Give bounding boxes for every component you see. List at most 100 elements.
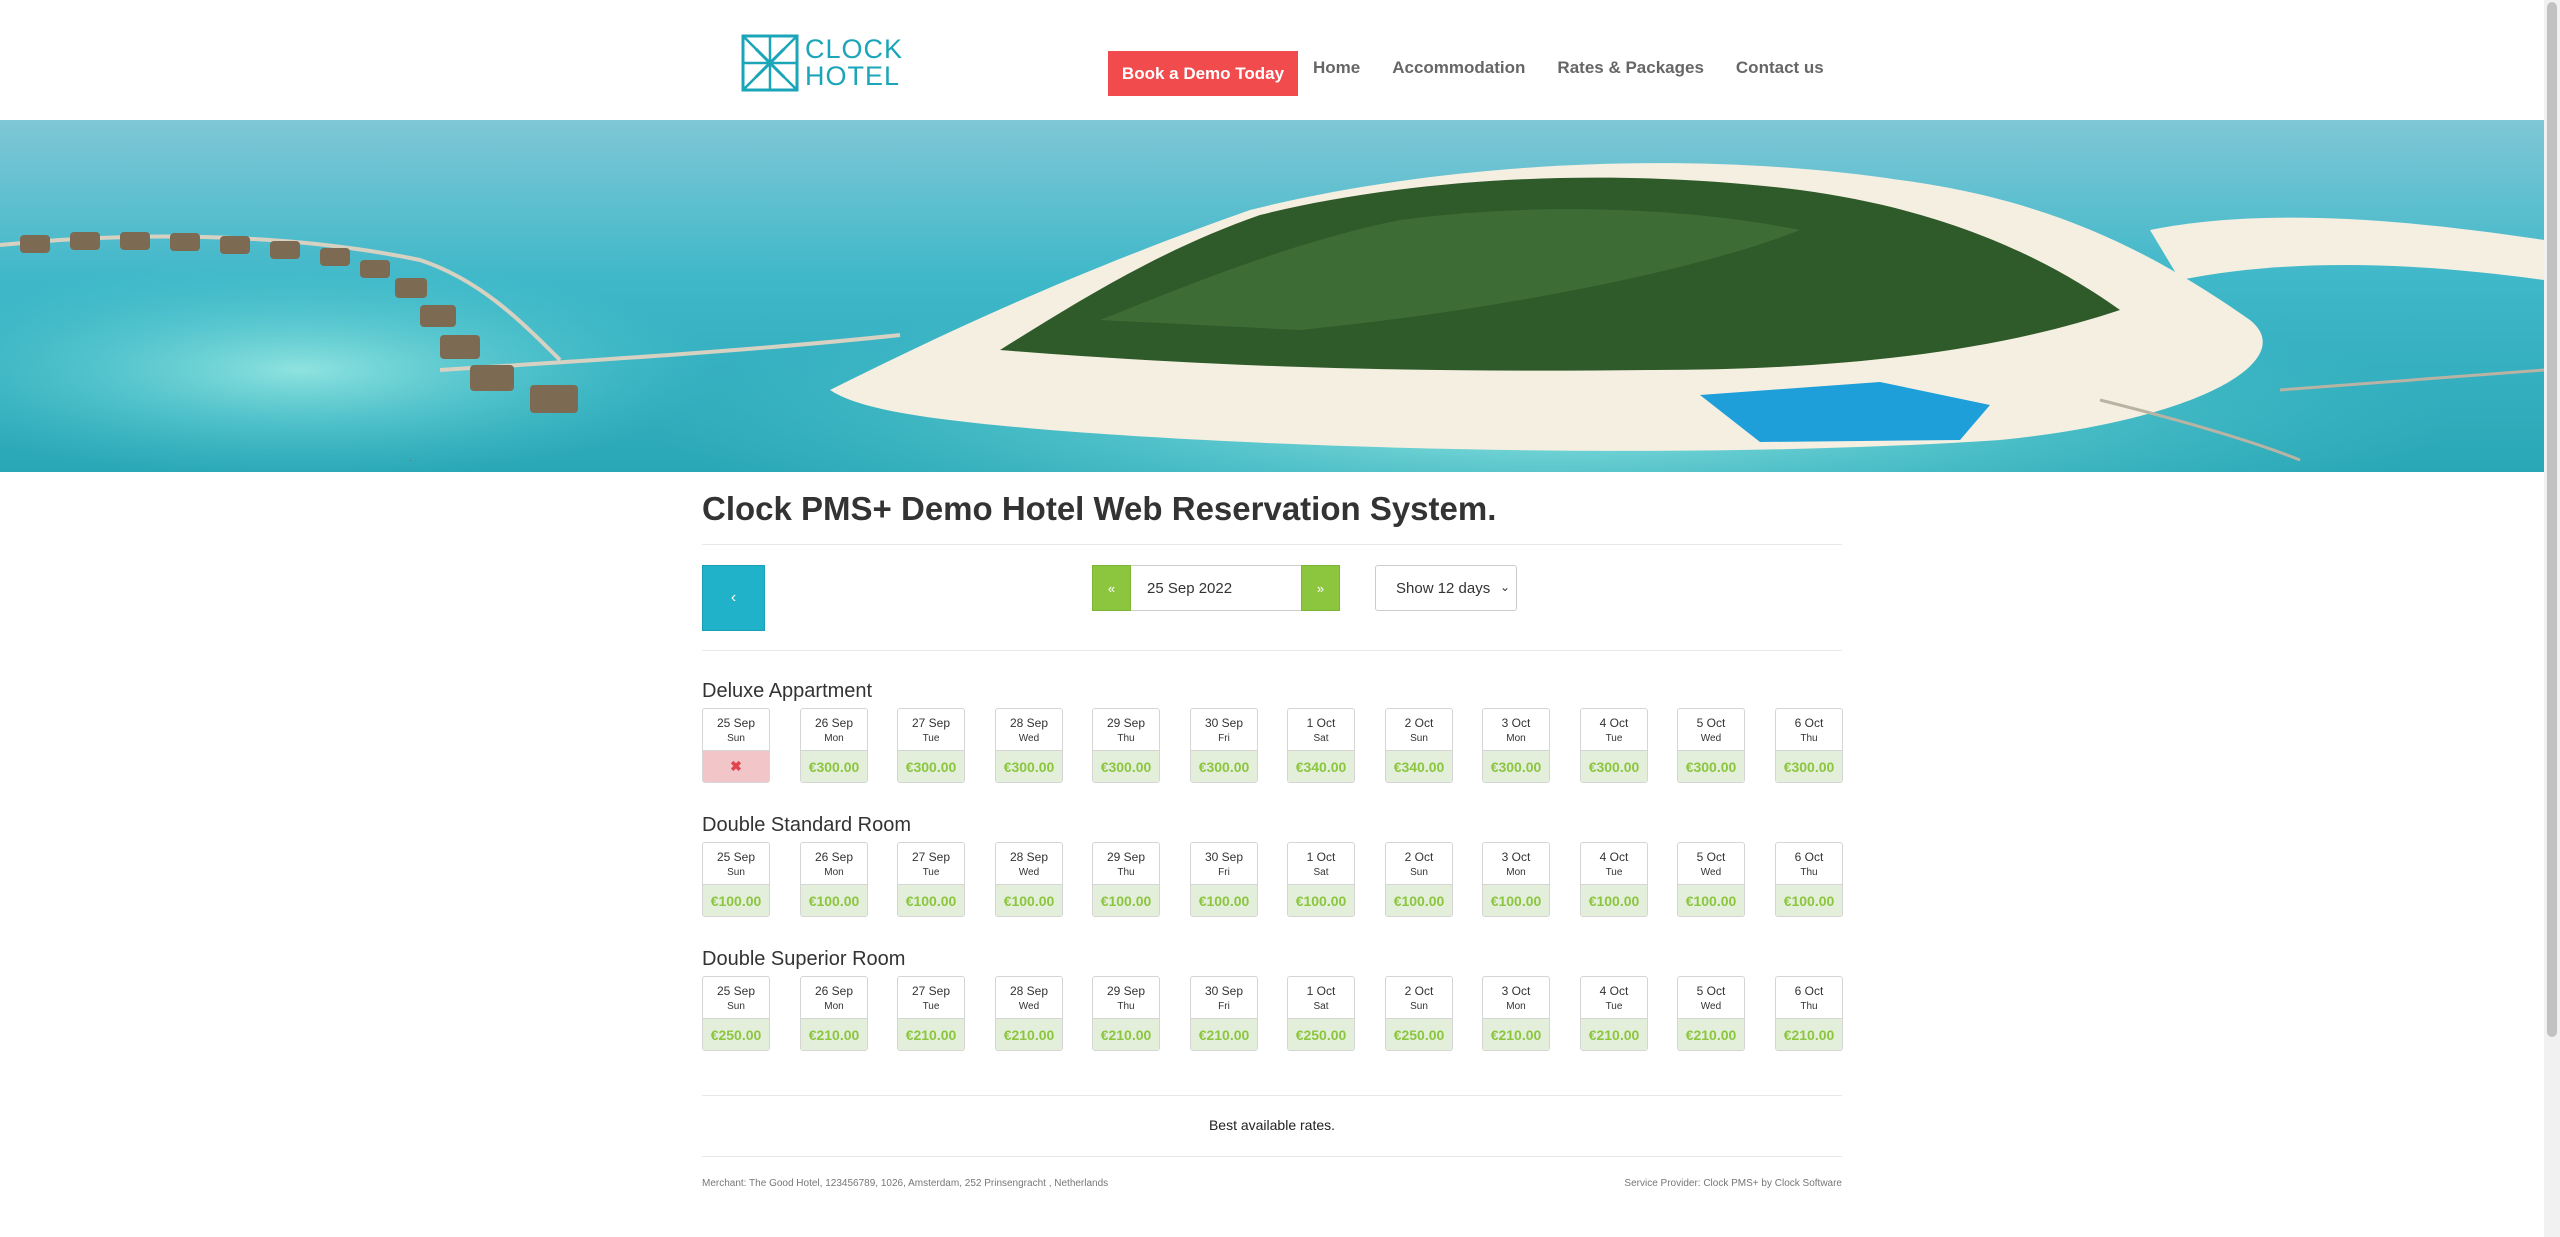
day-price[interactable]: €210.00 xyxy=(1483,1018,1549,1050)
day-weekday: Thu xyxy=(1117,867,1135,878)
day-price[interactable]: €100.00 xyxy=(703,884,769,916)
day-price[interactable]: €210.00 xyxy=(898,1018,964,1050)
scrollbar-thumb[interactable] xyxy=(2547,2,2557,1037)
page-scrollbar[interactable] xyxy=(2544,0,2560,1237)
day-cell[interactable]: 2 Oct Sun €340.00 xyxy=(1385,708,1453,783)
day-cell[interactable]: 28 Sep Wed €100.00 xyxy=(995,842,1063,917)
day-price[interactable]: €300.00 xyxy=(996,750,1062,782)
day-price[interactable]: €100.00 xyxy=(1776,884,1842,916)
date-next-button[interactable]: » xyxy=(1301,565,1340,611)
day-price[interactable]: €100.00 xyxy=(1483,884,1549,916)
day-cell[interactable]: 26 Sep Mon €100.00 xyxy=(800,842,868,917)
day-price[interactable]: €340.00 xyxy=(1288,750,1354,782)
day-date: 2 Oct xyxy=(1404,850,1434,864)
hotel-logo[interactable]: CLOCK HOTEL xyxy=(741,33,902,93)
date-input[interactable] xyxy=(1131,565,1301,611)
day-price[interactable]: €100.00 xyxy=(1678,884,1744,916)
unavailable-icon[interactable]: ✖ xyxy=(703,750,769,782)
day-cell[interactable]: 1 Oct Sat €250.00 xyxy=(1287,976,1355,1051)
day-weekday: Sun xyxy=(727,733,745,744)
day-price[interactable]: €300.00 xyxy=(1191,750,1257,782)
day-price[interactable]: €300.00 xyxy=(1776,750,1842,782)
day-price[interactable]: €300.00 xyxy=(1093,750,1159,782)
day-cell[interactable]: 25 Sep Sun €250.00 xyxy=(702,976,770,1051)
day-cell[interactable]: 5 Oct Wed €300.00 xyxy=(1677,708,1745,783)
day-cell[interactable]: 2 Oct Sun €250.00 xyxy=(1385,976,1453,1051)
day-price[interactable]: €300.00 xyxy=(801,750,867,782)
day-price[interactable]: €100.00 xyxy=(1093,884,1159,916)
day-cell[interactable]: 30 Sep Fri €210.00 xyxy=(1190,976,1258,1051)
day-price[interactable]: €100.00 xyxy=(1386,884,1452,916)
day-cell[interactable]: 28 Sep Wed €210.00 xyxy=(995,976,1063,1051)
day-price[interactable]: €100.00 xyxy=(1581,884,1647,916)
day-price[interactable]: €210.00 xyxy=(1581,1018,1647,1050)
nav-contact[interactable]: Contact us xyxy=(1736,58,1824,78)
day-cell[interactable]: 29 Sep Thu €210.00 xyxy=(1092,976,1160,1051)
day-cell[interactable]: 3 Oct Mon €100.00 xyxy=(1482,842,1550,917)
day-price[interactable]: €300.00 xyxy=(1581,750,1647,782)
previous-button[interactable]: ‹ xyxy=(702,565,765,631)
day-grid: 25 Sep Sun €100.00 26 Sep Mon €100.00 27 Sep Tu… xyxy=(702,842,1843,918)
day-cell[interactable]: 25 Sep Sun ✖ xyxy=(702,708,770,783)
day-price[interactable]: €250.00 xyxy=(703,1018,769,1050)
day-weekday: Tue xyxy=(1605,733,1623,744)
day-grid: 25 Sep Sun ✖ 26 Sep Mon €300.00 27 Sep Tue €300.… xyxy=(702,708,1843,784)
day-price[interactable]: €300.00 xyxy=(1483,750,1549,782)
nav-rates-packages[interactable]: Rates & Packages xyxy=(1557,58,1703,78)
day-cell[interactable]: 29 Sep Thu €100.00 xyxy=(1092,842,1160,917)
day-cell[interactable]: 30 Sep Fri €300.00 xyxy=(1190,708,1258,783)
hero-banner-image xyxy=(0,120,2544,472)
day-cell[interactable]: 4 Oct Tue €210.00 xyxy=(1580,976,1648,1051)
day-cell[interactable]: 6 Oct Thu €300.00 xyxy=(1775,708,1843,783)
day-price[interactable]: €100.00 xyxy=(801,884,867,916)
day-price[interactable]: €300.00 xyxy=(1678,750,1744,782)
day-cell[interactable]: 27 Sep Tue €100.00 xyxy=(897,842,965,917)
day-price[interactable]: €100.00 xyxy=(898,884,964,916)
day-price[interactable]: €340.00 xyxy=(1386,750,1452,782)
day-price[interactable]: €210.00 xyxy=(1191,1018,1257,1050)
day-cell[interactable]: 5 Oct Wed €210.00 xyxy=(1677,976,1745,1051)
day-cell[interactable]: 25 Sep Sun €100.00 xyxy=(702,842,770,917)
day-cell[interactable]: 26 Sep Mon €300.00 xyxy=(800,708,868,783)
day-cell[interactable]: 2 Oct Sun €100.00 xyxy=(1385,842,1453,917)
day-cell[interactable]: 30 Sep Fri €100.00 xyxy=(1190,842,1258,917)
day-date: 26 Sep xyxy=(814,850,854,864)
day-cell[interactable]: 6 Oct Thu €100.00 xyxy=(1775,842,1843,917)
day-price[interactable]: €100.00 xyxy=(1288,884,1354,916)
date-prev-button[interactable]: « xyxy=(1092,565,1131,611)
day-price[interactable]: €100.00 xyxy=(1191,884,1257,916)
day-price[interactable]: €100.00 xyxy=(996,884,1062,916)
day-price[interactable]: €210.00 xyxy=(1093,1018,1159,1050)
day-date: 6 Oct xyxy=(1794,850,1824,864)
day-price[interactable]: €250.00 xyxy=(1288,1018,1354,1050)
book-demo-button[interactable]: Book a Demo Today xyxy=(1108,51,1298,96)
day-cell[interactable]: 27 Sep Tue €210.00 xyxy=(897,976,965,1051)
day-price[interactable]: €300.00 xyxy=(898,750,964,782)
nav-accommodation[interactable]: Accommodation xyxy=(1392,58,1525,78)
day-price[interactable]: €210.00 xyxy=(996,1018,1062,1050)
day-cell[interactable]: 5 Oct Wed €100.00 xyxy=(1677,842,1745,917)
day-price[interactable]: €250.00 xyxy=(1386,1018,1452,1050)
days-select[interactable]: Show 12 days ⌄ xyxy=(1375,565,1517,611)
nav-home[interactable]: Home xyxy=(1313,58,1360,78)
day-price[interactable]: €210.00 xyxy=(1776,1018,1842,1050)
day-cell[interactable]: 1 Oct Sat €340.00 xyxy=(1287,708,1355,783)
day-date: 26 Sep xyxy=(814,716,854,730)
day-weekday: Tue xyxy=(1605,1001,1623,1012)
day-date: 26 Sep xyxy=(814,984,854,998)
day-cell[interactable]: 3 Oct Mon €210.00 xyxy=(1482,976,1550,1051)
day-cell[interactable]: 28 Sep Wed €300.00 xyxy=(995,708,1063,783)
day-cell[interactable]: 6 Oct Thu €210.00 xyxy=(1775,976,1843,1051)
day-cell[interactable]: 3 Oct Mon €300.00 xyxy=(1482,708,1550,783)
day-cell[interactable]: 29 Sep Thu €300.00 xyxy=(1092,708,1160,783)
day-price[interactable]: €210.00 xyxy=(1678,1018,1744,1050)
day-cell[interactable]: 4 Oct Tue €100.00 xyxy=(1580,842,1648,917)
day-weekday: Tue xyxy=(922,1001,940,1012)
day-date: 30 Sep xyxy=(1204,984,1244,998)
day-cell[interactable]: 27 Sep Tue €300.00 xyxy=(897,708,965,783)
day-cell[interactable]: 1 Oct Sat €100.00 xyxy=(1287,842,1355,917)
day-price[interactable]: €210.00 xyxy=(801,1018,867,1050)
day-cell[interactable]: 4 Oct Tue €300.00 xyxy=(1580,708,1648,783)
room-section: Deluxe Appartment 25 Sep Sun ✖ 26 Sep Mon €300… xyxy=(702,680,1843,783)
day-cell[interactable]: 26 Sep Mon €210.00 xyxy=(800,976,868,1051)
